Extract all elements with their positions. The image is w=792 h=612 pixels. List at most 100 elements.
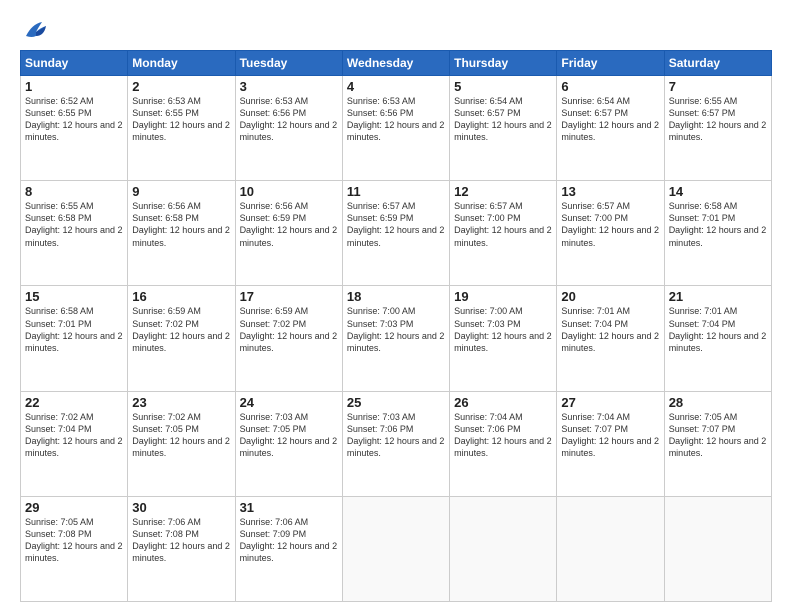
cell-info: Sunrise: 6:57 AM Sunset: 7:00 PM Dayligh… [454, 200, 552, 249]
day-number: 20 [561, 289, 659, 304]
table-cell: 20 Sunrise: 7:01 AM Sunset: 7:04 PM Dayl… [557, 286, 664, 391]
logo [20, 18, 50, 40]
day-number: 1 [25, 79, 123, 94]
cell-info: Sunrise: 6:52 AM Sunset: 6:55 PM Dayligh… [25, 95, 123, 144]
cell-info: Sunrise: 6:53 AM Sunset: 6:56 PM Dayligh… [240, 95, 338, 144]
day-number: 27 [561, 395, 659, 410]
cell-info: Sunrise: 7:03 AM Sunset: 7:06 PM Dayligh… [347, 411, 445, 460]
cell-info: Sunrise: 7:06 AM Sunset: 7:08 PM Dayligh… [132, 516, 230, 565]
day-number: 15 [25, 289, 123, 304]
table-cell: 27 Sunrise: 7:04 AM Sunset: 7:07 PM Dayl… [557, 391, 664, 496]
day-number: 14 [669, 184, 767, 199]
table-cell: 24 Sunrise: 7:03 AM Sunset: 7:05 PM Dayl… [235, 391, 342, 496]
cell-info: Sunrise: 7:01 AM Sunset: 7:04 PM Dayligh… [561, 305, 659, 354]
cell-info: Sunrise: 6:54 AM Sunset: 6:57 PM Dayligh… [454, 95, 552, 144]
table-cell: 13 Sunrise: 6:57 AM Sunset: 7:00 PM Dayl… [557, 181, 664, 286]
day-number: 29 [25, 500, 123, 515]
page: Sunday Monday Tuesday Wednesday Thursday… [0, 0, 792, 612]
day-number: 11 [347, 184, 445, 199]
table-cell: 31 Sunrise: 7:06 AM Sunset: 7:09 PM Dayl… [235, 496, 342, 601]
table-cell: 22 Sunrise: 7:02 AM Sunset: 7:04 PM Dayl… [21, 391, 128, 496]
cell-info: Sunrise: 6:57 AM Sunset: 7:00 PM Dayligh… [561, 200, 659, 249]
table-cell: 16 Sunrise: 6:59 AM Sunset: 7:02 PM Dayl… [128, 286, 235, 391]
logo-bird-icon [22, 18, 50, 40]
table-cell: 19 Sunrise: 7:00 AM Sunset: 7:03 PM Dayl… [450, 286, 557, 391]
cell-info: Sunrise: 7:02 AM Sunset: 7:05 PM Dayligh… [132, 411, 230, 460]
day-number: 22 [25, 395, 123, 410]
table-cell: 9 Sunrise: 6:56 AM Sunset: 6:58 PM Dayli… [128, 181, 235, 286]
cell-info: Sunrise: 7:02 AM Sunset: 7:04 PM Dayligh… [25, 411, 123, 460]
col-sunday: Sunday [21, 51, 128, 76]
cell-info: Sunrise: 6:56 AM Sunset: 6:58 PM Dayligh… [132, 200, 230, 249]
table-cell: 28 Sunrise: 7:05 AM Sunset: 7:07 PM Dayl… [664, 391, 771, 496]
week-row: 8 Sunrise: 6:55 AM Sunset: 6:58 PM Dayli… [21, 181, 772, 286]
table-cell: 5 Sunrise: 6:54 AM Sunset: 6:57 PM Dayli… [450, 76, 557, 181]
day-number: 2 [132, 79, 230, 94]
day-number: 3 [240, 79, 338, 94]
cell-info: Sunrise: 7:06 AM Sunset: 7:09 PM Dayligh… [240, 516, 338, 565]
table-cell: 26 Sunrise: 7:04 AM Sunset: 7:06 PM Dayl… [450, 391, 557, 496]
table-cell: 21 Sunrise: 7:01 AM Sunset: 7:04 PM Dayl… [664, 286, 771, 391]
table-cell [557, 496, 664, 601]
day-number: 19 [454, 289, 552, 304]
cell-info: Sunrise: 6:58 AM Sunset: 7:01 PM Dayligh… [25, 305, 123, 354]
cell-info: Sunrise: 6:59 AM Sunset: 7:02 PM Dayligh… [240, 305, 338, 354]
table-cell: 2 Sunrise: 6:53 AM Sunset: 6:55 PM Dayli… [128, 76, 235, 181]
col-thursday: Thursday [450, 51, 557, 76]
cell-info: Sunrise: 6:57 AM Sunset: 6:59 PM Dayligh… [347, 200, 445, 249]
table-cell: 3 Sunrise: 6:53 AM Sunset: 6:56 PM Dayli… [235, 76, 342, 181]
table-cell: 7 Sunrise: 6:55 AM Sunset: 6:57 PM Dayli… [664, 76, 771, 181]
day-number: 7 [669, 79, 767, 94]
week-row: 29 Sunrise: 7:05 AM Sunset: 7:08 PM Dayl… [21, 496, 772, 601]
cell-info: Sunrise: 6:55 AM Sunset: 6:57 PM Dayligh… [669, 95, 767, 144]
cell-info: Sunrise: 7:00 AM Sunset: 7:03 PM Dayligh… [454, 305, 552, 354]
cell-info: Sunrise: 6:53 AM Sunset: 6:55 PM Dayligh… [132, 95, 230, 144]
cell-info: Sunrise: 7:01 AM Sunset: 7:04 PM Dayligh… [669, 305, 767, 354]
day-number: 18 [347, 289, 445, 304]
calendar-table: Sunday Monday Tuesday Wednesday Thursday… [20, 50, 772, 602]
week-row: 1 Sunrise: 6:52 AM Sunset: 6:55 PM Dayli… [21, 76, 772, 181]
cell-info: Sunrise: 6:54 AM Sunset: 6:57 PM Dayligh… [561, 95, 659, 144]
week-row: 15 Sunrise: 6:58 AM Sunset: 7:01 PM Dayl… [21, 286, 772, 391]
table-cell: 10 Sunrise: 6:56 AM Sunset: 6:59 PM Dayl… [235, 181, 342, 286]
day-number: 31 [240, 500, 338, 515]
table-cell: 1 Sunrise: 6:52 AM Sunset: 6:55 PM Dayli… [21, 76, 128, 181]
table-cell: 17 Sunrise: 6:59 AM Sunset: 7:02 PM Dayl… [235, 286, 342, 391]
table-cell: 18 Sunrise: 7:00 AM Sunset: 7:03 PM Dayl… [342, 286, 449, 391]
cell-info: Sunrise: 7:05 AM Sunset: 7:07 PM Dayligh… [669, 411, 767, 460]
day-number: 4 [347, 79, 445, 94]
table-cell: 8 Sunrise: 6:55 AM Sunset: 6:58 PM Dayli… [21, 181, 128, 286]
cell-info: Sunrise: 6:56 AM Sunset: 6:59 PM Dayligh… [240, 200, 338, 249]
day-number: 5 [454, 79, 552, 94]
table-cell [664, 496, 771, 601]
table-cell [342, 496, 449, 601]
table-cell: 14 Sunrise: 6:58 AM Sunset: 7:01 PM Dayl… [664, 181, 771, 286]
header [20, 18, 772, 40]
table-cell: 15 Sunrise: 6:58 AM Sunset: 7:01 PM Dayl… [21, 286, 128, 391]
table-cell: 23 Sunrise: 7:02 AM Sunset: 7:05 PM Dayl… [128, 391, 235, 496]
week-row: 22 Sunrise: 7:02 AM Sunset: 7:04 PM Dayl… [21, 391, 772, 496]
cell-info: Sunrise: 7:04 AM Sunset: 7:07 PM Dayligh… [561, 411, 659, 460]
day-number: 28 [669, 395, 767, 410]
day-number: 16 [132, 289, 230, 304]
col-wednesday: Wednesday [342, 51, 449, 76]
cell-info: Sunrise: 6:55 AM Sunset: 6:58 PM Dayligh… [25, 200, 123, 249]
col-monday: Monday [128, 51, 235, 76]
cell-info: Sunrise: 7:03 AM Sunset: 7:05 PM Dayligh… [240, 411, 338, 460]
table-cell: 25 Sunrise: 7:03 AM Sunset: 7:06 PM Dayl… [342, 391, 449, 496]
col-friday: Friday [557, 51, 664, 76]
day-number: 9 [132, 184, 230, 199]
table-cell: 6 Sunrise: 6:54 AM Sunset: 6:57 PM Dayli… [557, 76, 664, 181]
cell-info: Sunrise: 7:04 AM Sunset: 7:06 PM Dayligh… [454, 411, 552, 460]
table-cell: 4 Sunrise: 6:53 AM Sunset: 6:56 PM Dayli… [342, 76, 449, 181]
day-number: 17 [240, 289, 338, 304]
cell-info: Sunrise: 7:05 AM Sunset: 7:08 PM Dayligh… [25, 516, 123, 565]
day-number: 10 [240, 184, 338, 199]
day-number: 21 [669, 289, 767, 304]
day-number: 25 [347, 395, 445, 410]
table-cell: 30 Sunrise: 7:06 AM Sunset: 7:08 PM Dayl… [128, 496, 235, 601]
col-tuesday: Tuesday [235, 51, 342, 76]
day-number: 12 [454, 184, 552, 199]
col-saturday: Saturday [664, 51, 771, 76]
table-cell: 12 Sunrise: 6:57 AM Sunset: 7:00 PM Dayl… [450, 181, 557, 286]
